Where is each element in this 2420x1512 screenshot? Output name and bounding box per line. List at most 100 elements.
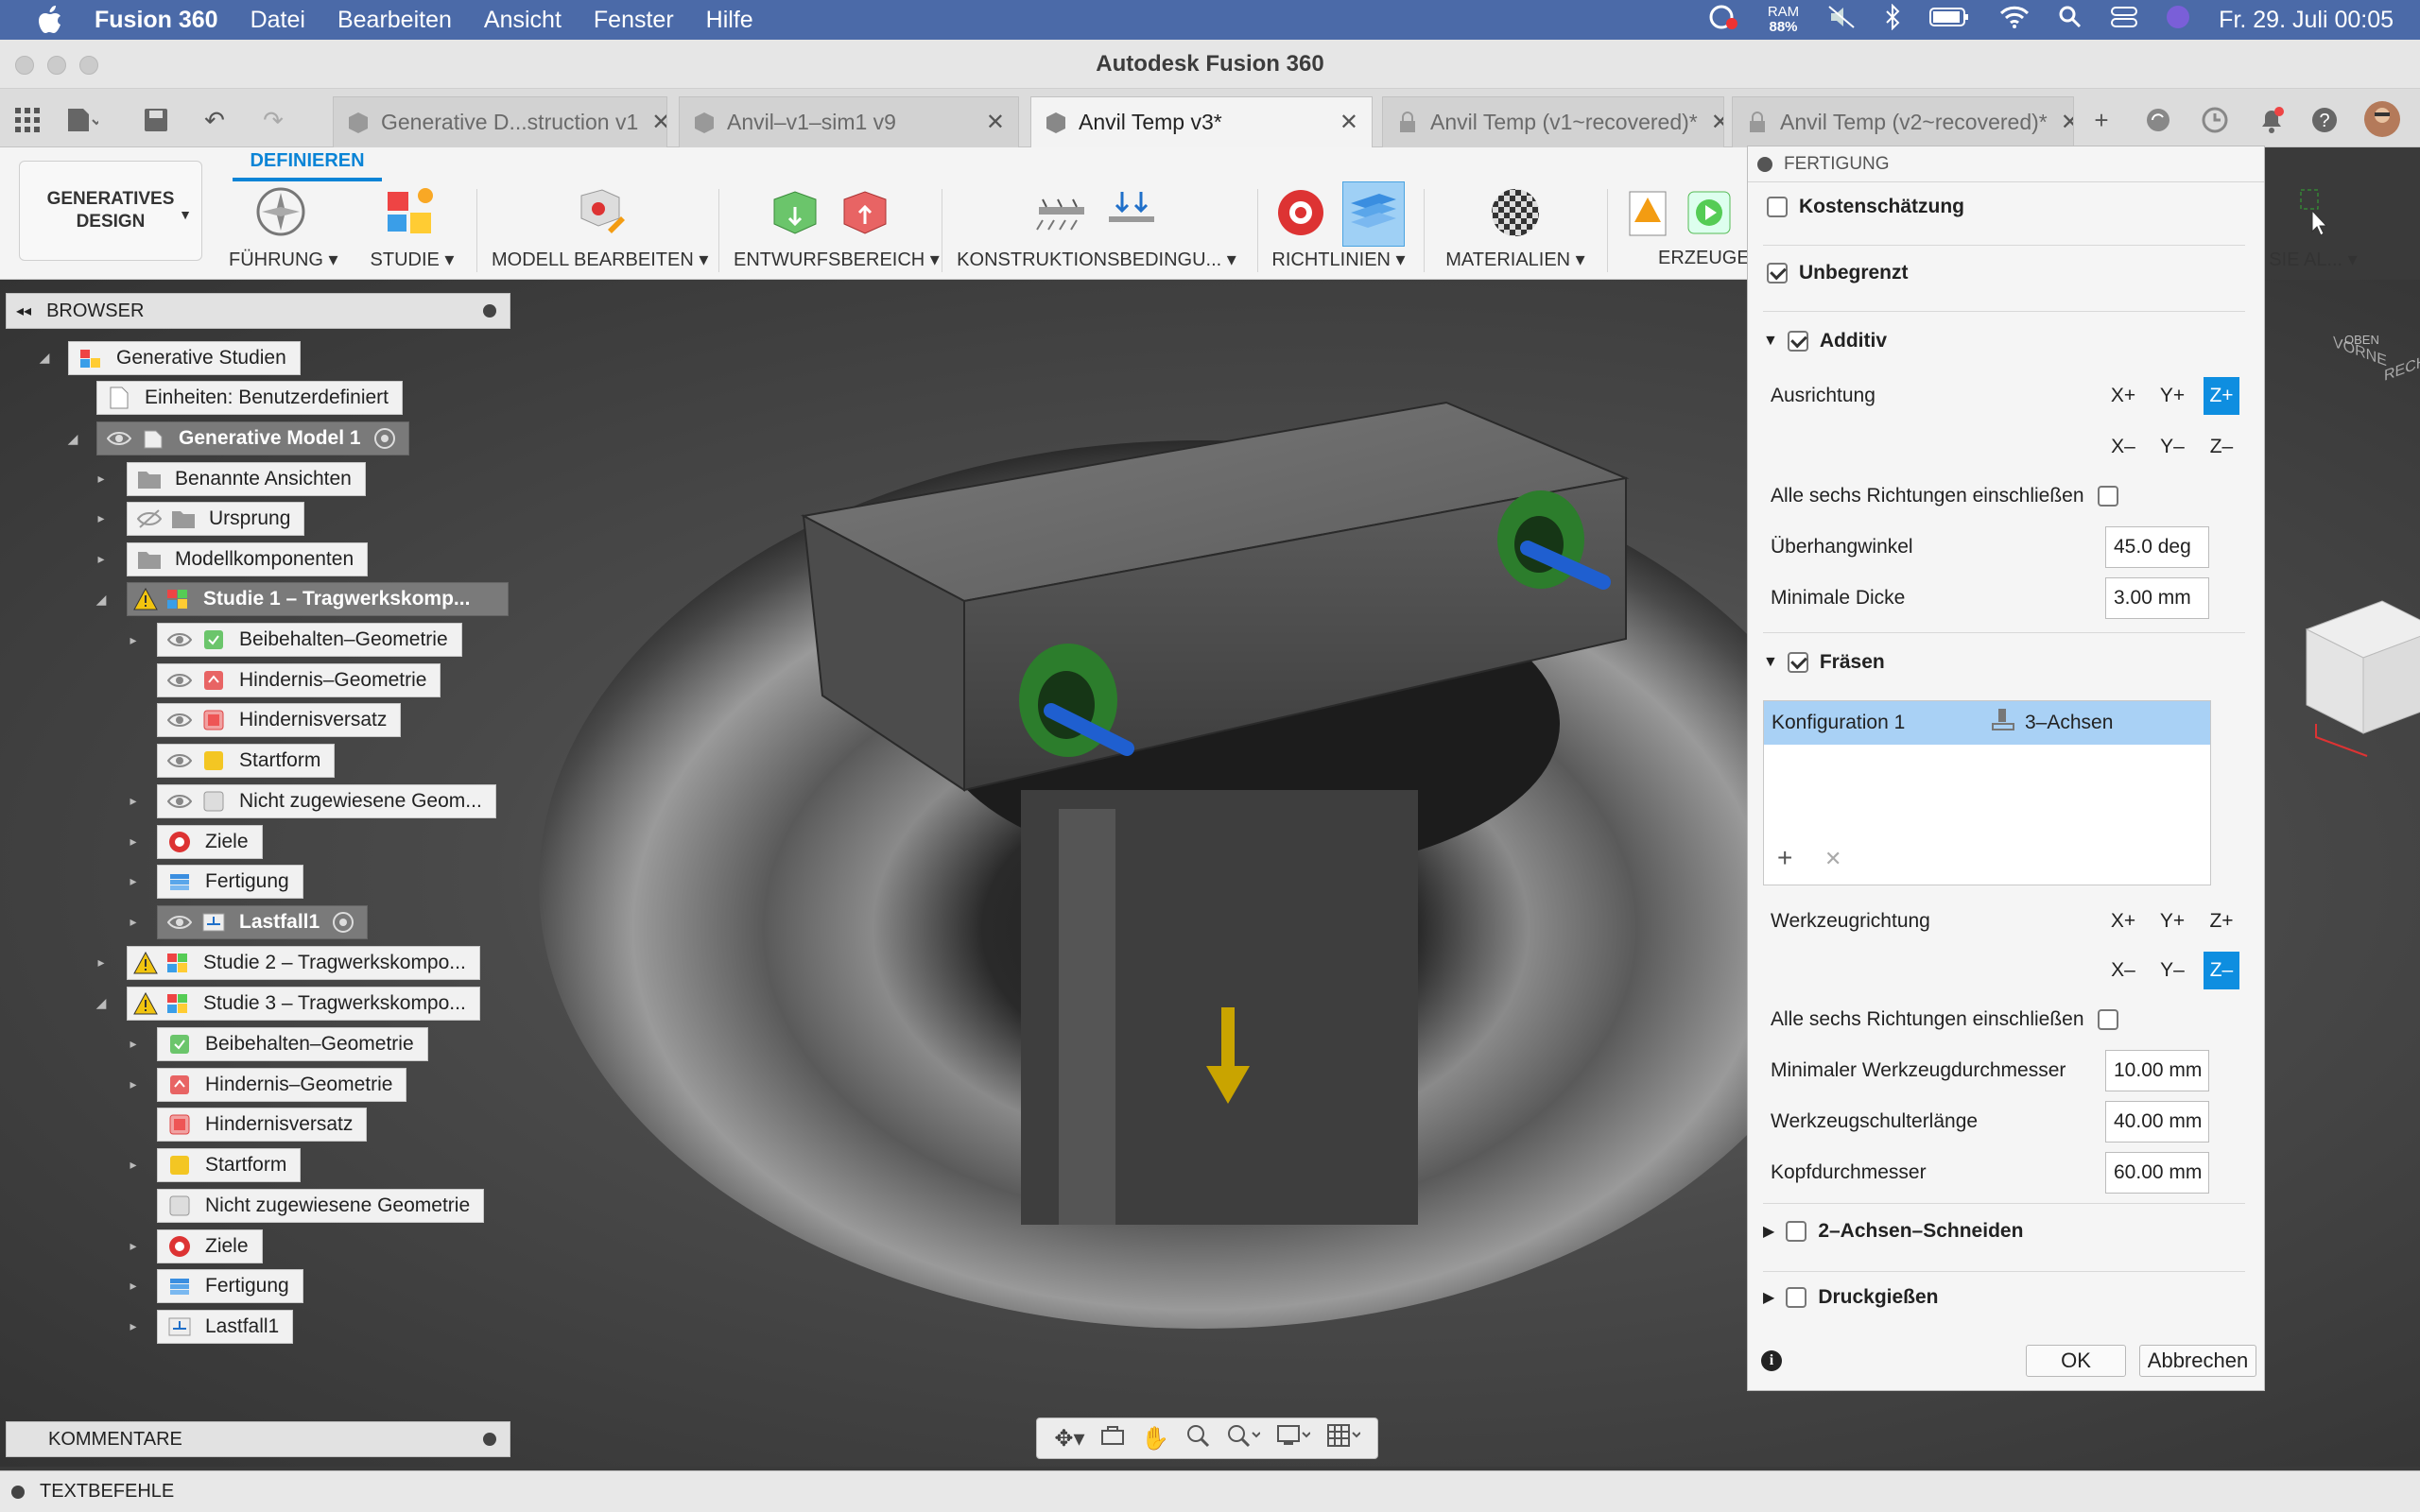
look-at-icon[interactable] [1100, 1425, 1125, 1452]
visibility-eye-icon[interactable] [167, 748, 192, 773]
tab-anvil-temp-v3[interactable]: Anvil Temp v3* ✕ [1030, 96, 1373, 147]
expand-arrow-icon[interactable]: ▸ [127, 873, 140, 888]
tree-node-study-3[interactable]: Studie 3 – Tragwerkskompo... [127, 987, 480, 1021]
dialog-header[interactable]: FERTIGUNG [1748, 146, 2264, 182]
tool-dir-x-minus[interactable]: X– [2105, 952, 2141, 989]
two-axis-section-header[interactable]: ▶ 2–Achsen–Schneiden [1763, 1220, 2279, 1243]
expand-arrow-icon[interactable]: ▸ [127, 1318, 140, 1333]
expand-arrow-icon[interactable]: ▸ [95, 510, 108, 525]
expand-arrow-icon[interactable]: ◢ [95, 995, 108, 1010]
workspace-switcher[interactable]: GENERATIVES DESIGN ▼ [19, 161, 202, 261]
help-icon[interactable]: ? [2308, 104, 2341, 136]
min-thickness-input[interactable]: 3.00 mm [2105, 577, 2209, 619]
expand-triangle-icon[interactable]: ▶ [1763, 1288, 1774, 1307]
two-axis-checkbox[interactable] [1786, 1221, 1807, 1242]
orientation-x-minus[interactable]: X– [2105, 428, 2141, 466]
head-diameter-input[interactable]: 60.00 mm [2105, 1152, 2209, 1194]
menu-datei[interactable]: Datei [251, 7, 305, 34]
tree-node-origin[interactable]: Ursprung [127, 502, 305, 536]
manufacturing-icon[interactable] [1342, 180, 1405, 247]
activate-radio-icon[interactable] [373, 428, 395, 449]
group-erzeugen[interactable]: ERZEUGEN [1618, 183, 1751, 276]
expand-arrow-icon[interactable]: ▸ [95, 954, 108, 970]
orientation-y-plus[interactable]: Y+ [2154, 377, 2190, 415]
file-menu-icon[interactable] [66, 104, 98, 136]
die-cast-section-header[interactable]: ▶ Druckgießen [1763, 1286, 2279, 1309]
add-config-icon[interactable]: + [1777, 843, 1792, 873]
tree-node-loadcase-1[interactable]: Lastfall1 [157, 905, 369, 939]
zoom-icon[interactable] [1185, 1423, 1210, 1454]
toggle-icon[interactable] [11, 1485, 25, 1499]
redo-icon[interactable]: ↷ [257, 104, 289, 136]
new-tab-icon[interactable]: + [2085, 104, 2118, 136]
tree-node-named-views[interactable]: Benannte Ansichten [127, 462, 366, 496]
orbit-icon[interactable]: ✥▾ [1054, 1425, 1084, 1452]
cost-estimate-checkbox[interactable] [1767, 197, 1788, 217]
wifi-icon[interactable] [1999, 5, 2030, 36]
save-icon[interactable] [140, 104, 172, 136]
mute-icon[interactable] [1827, 5, 1856, 36]
tree-node-starting-shape[interactable]: Startform [157, 744, 336, 778]
min-tool-diameter-input[interactable]: 10.00 mm [2105, 1050, 2209, 1091]
close-tab-icon[interactable]: ✕ [1698, 109, 1723, 136]
menubar-datetime[interactable]: Fr. 29. Juli 00:05 [2219, 7, 2394, 34]
tree-node-unassigned-geometry[interactable]: Nicht zugewiesene Geom... [157, 784, 496, 818]
delete-config-icon[interactable]: ✕ [1824, 847, 1841, 871]
expand-arrow-icon[interactable]: ◢ [38, 350, 51, 365]
pan-hand-icon[interactable]: ✋ [1141, 1425, 1169, 1452]
expand-arrow-icon[interactable]: ▸ [127, 793, 140, 808]
expand-triangle-icon[interactable]: ▼ [1763, 654, 1778, 671]
tool-shoulder-length-input[interactable]: 40.00 mm [2105, 1101, 2209, 1143]
tree-node-s3-manufacturing[interactable]: Fertigung [157, 1269, 303, 1303]
collapse-dialog-icon[interactable] [1757, 156, 1772, 172]
visibility-eye-icon[interactable] [167, 789, 192, 814]
menu-app-name[interactable]: Fusion 360 [95, 7, 218, 34]
expand-arrow-icon[interactable]: ▸ [127, 1278, 140, 1293]
expand-arrow-icon[interactable]: ▸ [127, 914, 140, 929]
tree-node-obstacle-geometry[interactable]: Hindernis–Geometrie [157, 663, 441, 697]
visibility-eye-icon[interactable] [167, 708, 192, 732]
tree-node-study-1[interactable]: Studie 1 – Tragwerkskomp... [127, 582, 509, 616]
tree-node-s3-preserve-geometry[interactable]: Beibehalten–Geometrie [157, 1027, 428, 1061]
tree-node-s3-obstacle-geometry[interactable]: Hindernis–Geometrie [157, 1068, 407, 1102]
close-tab-icon[interactable]: ✕ [973, 109, 1005, 136]
milling-checkbox[interactable] [1787, 652, 1808, 673]
text-commands-bar[interactable]: TEXTBEFEHLE [0, 1470, 2420, 1512]
close-tab-icon[interactable]: ✕ [638, 109, 666, 136]
visibility-eye-icon[interactable] [107, 426, 131, 451]
group-modell-bearbeiten[interactable]: MODELL BEARBEITEN ▾ [492, 183, 708, 276]
expand-arrow-icon[interactable]: ▸ [127, 833, 140, 849]
additive-section-header[interactable]: ▼ Additiv [1763, 330, 2279, 352]
additive-checkbox[interactable] [1787, 331, 1808, 352]
tree-node-s3-starting-shape[interactable]: Startform [157, 1148, 302, 1182]
cancel-button[interactable]: Abbrechen [2139, 1345, 2256, 1377]
tab-anvil-sim[interactable]: Anvil–v1–sim1 v9 ✕ [679, 96, 1019, 147]
browser-header[interactable]: ◂◂ BROWSER [6, 293, 510, 329]
menu-bearbeiten[interactable]: Bearbeiten [337, 7, 452, 34]
menu-hilfe[interactable]: Hilfe [706, 7, 753, 34]
tree-node-s3-loadcase-1[interactable]: Lastfall1 [157, 1310, 294, 1344]
apple-icon[interactable] [36, 6, 64, 34]
fit-zoom-icon[interactable] [1226, 1423, 1261, 1454]
orientation-z-minus[interactable]: Z– [2204, 428, 2239, 466]
tree-node-s3-unassigned-geometry[interactable]: Nicht zugewiesene Geometrie [157, 1189, 485, 1223]
tool-dir-y-plus[interactable]: Y+ [2154, 902, 2190, 940]
group-studie[interactable]: STUDIE ▾ [365, 183, 459, 276]
die-cast-checkbox[interactable] [1786, 1287, 1807, 1308]
visibility-eye-icon[interactable] [167, 910, 192, 935]
group-konstruktionsbedingungen[interactable]: KONSTRUKTIONSBEDINGU... ▾ [955, 183, 1238, 276]
expand-triangle-icon[interactable]: ▼ [1763, 333, 1778, 350]
user-avatar[interactable] [2363, 100, 2401, 138]
add-comment-icon[interactable] [483, 1433, 496, 1446]
control-center-icon[interactable] [2111, 6, 2138, 35]
tree-node-generative-model[interactable]: Generative Model 1 [96, 421, 409, 455]
menu-fenster[interactable]: Fenster [594, 7, 674, 34]
expand-triangle-icon[interactable]: ▶ [1763, 1222, 1774, 1241]
apps-grid-icon[interactable] [11, 104, 43, 136]
collapse-panel-icon[interactable]: ◂◂ [16, 301, 31, 320]
comments-header[interactable]: KOMMENTARE [6, 1421, 510, 1457]
orientation-x-plus[interactable]: X+ [2105, 377, 2141, 415]
tab-anvil-temp-v1-recovered[interactable]: Anvil Temp (v1~recovered)*✕ [1382, 96, 1724, 147]
notifications-bell-icon[interactable] [2256, 104, 2288, 136]
close-tab-icon[interactable]: ✕ [2048, 109, 2073, 136]
